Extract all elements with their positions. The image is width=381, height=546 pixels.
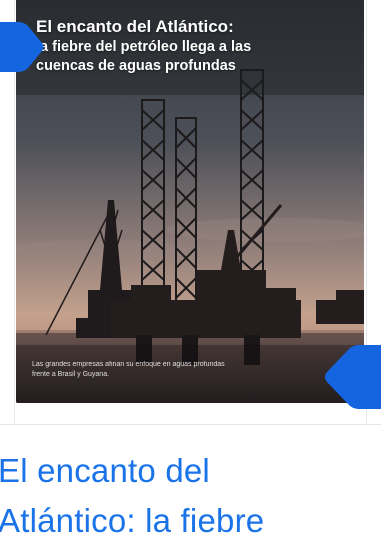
cover-title-line-3: cuencas de aguas profundas [36, 58, 236, 74]
chevron-right-icon [325, 345, 381, 409]
card-divider [0, 424, 381, 425]
cover-caption-line-2: frente a Brasil y Guyana. [32, 371, 110, 378]
previous-slide-button[interactable] [0, 22, 44, 72]
headline-line-1: El encanto del [0, 452, 210, 489]
article-headline-link[interactable]: El encanto del Atlántico: la fiebre [0, 446, 381, 546]
cover-caption: Las grandes empresas afinan su enfoque e… [32, 360, 332, 380]
headline-line-2: Atlántico: la fiebre [0, 502, 265, 539]
cover-caption-line-1: Las grandes empresas afinan su enfoque e… [32, 361, 225, 368]
chevron-left-icon [0, 22, 44, 72]
cover-title-main: El encanto del Atlántico: [36, 17, 234, 36]
article-card-page: El encanto del Atlántico: la fiebre del … [0, 0, 381, 546]
cover-title-line-2: la fiebre del petróleo llega a las [36, 39, 252, 55]
next-slide-button[interactable] [323, 345, 381, 409]
cover-title: El encanto del Atlántico: la fiebre del … [36, 16, 336, 76]
